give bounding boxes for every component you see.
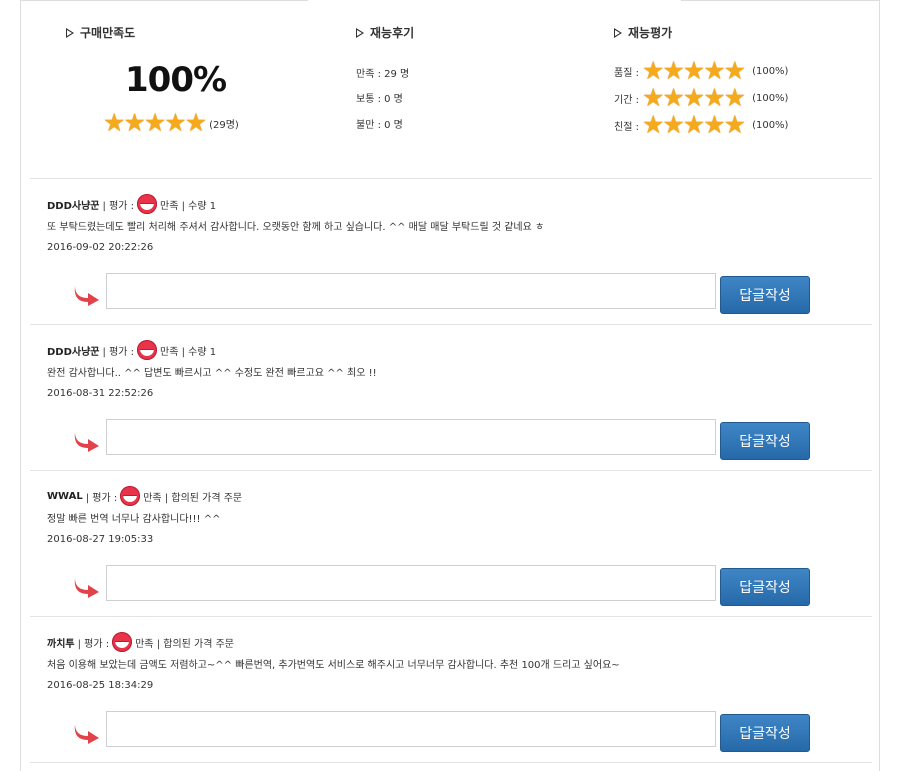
evaluation-label: 기간 : xyxy=(614,94,639,106)
star-icon: ★ xyxy=(662,110,685,139)
evaluation-title: 재능평가 xyxy=(614,24,672,41)
review-item: DDD사냥꾼 | 평가 : 만족 | 수량 1 완전 감사합니다.. ^^ 답변… xyxy=(47,339,377,399)
star-icon: ★ xyxy=(641,83,665,112)
reply-arrow-icon xyxy=(74,286,99,306)
tab-border-left xyxy=(20,0,308,1)
review-detail: | 합의된 가격 주문 xyxy=(164,492,243,504)
star-icon: ★ xyxy=(682,83,706,112)
evaluation-row-kindness: 친절 : ★ ★ ★ ★ ★ (100%) xyxy=(614,110,789,139)
review-author: WWAL xyxy=(47,490,83,502)
triangle-icon xyxy=(356,28,364,38)
review-count-unsatisfied: 불만 : 0 명 xyxy=(356,120,403,131)
review-count-satisfied: 만족 : 29 명 xyxy=(356,69,410,80)
smile-icon xyxy=(137,194,158,214)
satisfaction-stars: ★ ★ ★ ★ ★ (29명) xyxy=(103,108,239,137)
review-meta: 까치투 | 평가 : 만족 | 합의된 가격 주문 xyxy=(47,631,620,653)
satisfaction-title-text: 구매만족도 xyxy=(80,26,136,40)
reply-button[interactable]: 답글작성 xyxy=(720,568,810,606)
reply-arrow-icon xyxy=(74,724,99,744)
reply-button[interactable]: 답글작성 xyxy=(720,276,810,314)
evaluation-row-period: 기간 : ★ ★ ★ ★ ★ (100%) xyxy=(614,83,789,112)
reply-input[interactable] xyxy=(106,565,716,601)
review-item: WWAL | 평가 : 만족 | 합의된 가격 주문 정말 빠른 번역 너무나 … xyxy=(47,485,242,545)
divider xyxy=(30,616,872,617)
reply-input[interactable] xyxy=(106,419,716,455)
star-icon: ★ xyxy=(723,83,747,112)
evaluation-label: 친절 : xyxy=(614,121,639,133)
star-icon: ★ xyxy=(682,56,706,85)
divider xyxy=(30,178,872,179)
reply-input[interactable] xyxy=(106,273,716,309)
star-icon: ★ xyxy=(723,56,747,85)
review-content: 처음 이용해 보았는데 금액도 저렴하고~^^ 빠른번역, 추가번역도 서비스로… xyxy=(47,660,620,671)
evaluation-percent: (100%) xyxy=(752,65,789,77)
star-icon: ★ xyxy=(703,56,726,85)
divider xyxy=(30,324,872,325)
star-icon: ★ xyxy=(703,83,726,112)
smile-icon xyxy=(137,340,158,360)
star-icon: ★ xyxy=(723,110,747,139)
smile-icon xyxy=(112,632,133,652)
satisfaction-count: (29명) xyxy=(209,119,239,131)
review-item: 까치투 | 평가 : 만족 | 합의된 가격 주문 처음 이용해 보았는데 금액… xyxy=(47,631,620,691)
star-icon: ★ xyxy=(143,108,167,137)
review-content: 완전 감사합니다.. ^^ 답변도 빠르시고 ^^ 수정도 완전 빠르고요 ^^… xyxy=(47,368,377,379)
divider xyxy=(30,762,872,763)
review-meta: WWAL | 평가 : 만족 | 합의된 가격 주문 xyxy=(47,485,242,507)
review-content: 정말 빠른 번역 너무나 감사합니다!!! ^^ xyxy=(47,514,221,525)
reviews-summary-title-text: 재능후기 xyxy=(370,26,415,40)
star-icon: ★ xyxy=(123,108,146,137)
reply-button[interactable]: 답글작성 xyxy=(720,714,810,752)
rating-label: | 평가 : xyxy=(102,200,135,212)
triangle-icon xyxy=(66,28,74,38)
smile-icon xyxy=(120,486,141,506)
review-rating: 만족 xyxy=(160,346,179,358)
triangle-icon xyxy=(614,28,622,38)
evaluation-row-quality: 품질 : ★ ★ ★ ★ ★ (100%) xyxy=(614,56,789,85)
review-meta: DDD사냥꾼 | 평가 : 만족 | 수량 1 xyxy=(47,193,544,215)
rating-label: | 평가 : xyxy=(102,346,135,358)
tab-border-right xyxy=(681,0,880,1)
rating-label: | 평가 : xyxy=(85,492,118,504)
star-icon: ★ xyxy=(682,110,706,139)
reply-button[interactable]: 답글작성 xyxy=(720,422,810,460)
review-meta: DDD사냥꾼 | 평가 : 만족 | 수량 1 xyxy=(47,339,377,361)
review-item: DDD사냥꾼 | 평가 : 만족 | 수량 1 또 부탁드렸는데도 빨리 처리해… xyxy=(47,193,544,253)
evaluation-percent: (100%) xyxy=(752,119,789,131)
review-content: 또 부탁드렸는데도 빨리 처리해 주셔서 감사합니다. 오랫동안 함께 하고 싶… xyxy=(47,222,545,233)
review-date: 2016-08-27 19:05:33 xyxy=(47,534,154,545)
review-count-normal: 보통 : 0 명 xyxy=(356,94,403,105)
reply-input[interactable] xyxy=(106,711,716,747)
review-date: 2016-08-25 18:34:29 xyxy=(47,680,154,691)
evaluation-label: 품질 : xyxy=(614,67,639,79)
satisfaction-title: 구매만족도 xyxy=(66,24,135,41)
evaluation-percent: (100%) xyxy=(752,92,789,104)
star-icon: ★ xyxy=(184,108,208,137)
review-date: 2016-09-02 20:22:26 xyxy=(47,242,154,253)
star-icon: ★ xyxy=(662,56,685,85)
evaluation-title-text: 재능평가 xyxy=(628,26,673,40)
reply-arrow-icon xyxy=(74,432,99,452)
rating-label: | 평가 : xyxy=(77,638,110,650)
reviews-summary-title: 재능후기 xyxy=(356,24,414,41)
reply-arrow-icon xyxy=(74,578,99,598)
review-author: DDD사냥꾼 xyxy=(47,200,100,212)
star-icon: ★ xyxy=(703,110,726,139)
review-rating: 만족 xyxy=(160,200,179,212)
satisfaction-percent: 100% xyxy=(125,60,227,100)
star-icon: ★ xyxy=(662,83,685,112)
review-date: 2016-08-31 22:52:26 xyxy=(47,388,154,399)
star-icon: ★ xyxy=(164,108,187,137)
review-rating: 만족 xyxy=(135,638,154,650)
divider xyxy=(30,470,872,471)
review-author: DDD사냥꾼 xyxy=(47,346,100,358)
review-detail: | 합의된 가격 주문 xyxy=(156,638,235,650)
star-icon: ★ xyxy=(641,56,665,85)
review-detail: | 수량 1 xyxy=(181,200,217,212)
review-detail: | 수량 1 xyxy=(181,346,217,358)
star-icon: ★ xyxy=(641,110,665,139)
review-author: 까치투 xyxy=(47,638,75,650)
review-rating: 만족 xyxy=(143,492,162,504)
